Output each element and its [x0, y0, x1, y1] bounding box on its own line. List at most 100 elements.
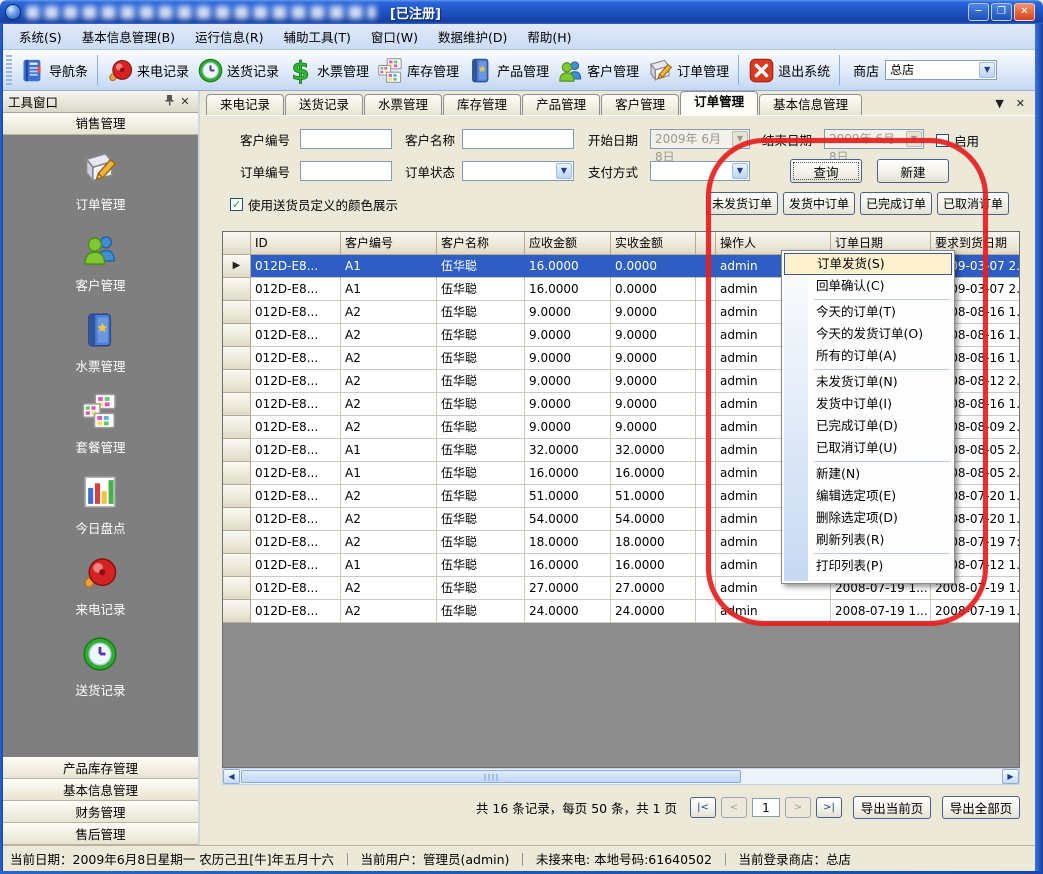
status-button-1[interactable]: 发货中订单 [783, 192, 855, 215]
context-menu-item-4[interactable]: 今天的发货订单(O) [784, 323, 952, 345]
row-selector-cell[interactable] [223, 531, 251, 554]
menu-item-3[interactable]: 辅助工具(T) [274, 23, 361, 50]
chevron-down-icon[interactable]: ▼ [732, 163, 748, 179]
table-row[interactable]: 012D-E8...A2伍华聪24.000024.0000admin2008-0… [223, 600, 1019, 623]
row-selector-cell[interactable] [223, 416, 251, 439]
row-selector-cell[interactable] [223, 393, 251, 416]
close-button[interactable]: ✕ [1014, 3, 1035, 21]
row-selector-cell[interactable] [223, 462, 251, 485]
tab-2[interactable]: 水票管理 [364, 94, 442, 115]
row-selector-cell[interactable] [223, 508, 251, 531]
tab-close-icon[interactable]: ✕ [1016, 97, 1025, 110]
tab-dropdown-icon[interactable]: ▼ [995, 97, 1003, 110]
column-header-4[interactable]: 实收金额 [611, 232, 696, 255]
toolbar-button-product[interactable]: 产品管理 [463, 55, 553, 86]
menu-item-1[interactable]: 基本信息管理(B) [72, 23, 185, 50]
toolbar-button-water-ticket[interactable]: $水票管理 [283, 55, 373, 86]
sidebar-section-3[interactable]: 售后管理 [3, 823, 198, 845]
sidebar-section-2[interactable]: 财务管理 [3, 801, 198, 823]
last-page-button[interactable]: >| [816, 797, 842, 818]
tab-0[interactable]: 来电记录 [206, 94, 284, 115]
context-menu-item-15[interactable]: 刷新列表(R) [784, 529, 952, 551]
tab-1[interactable]: 送货记录 [285, 94, 363, 115]
sidebar-item-package[interactable]: 套餐管理 [75, 392, 125, 456]
context-menu-item-9[interactable]: 已完成订单(D) [784, 415, 952, 437]
sidebar-section-sales[interactable]: 销售管理 [3, 113, 198, 135]
toolbar-button-customer[interactable]: 客户管理 [553, 55, 643, 86]
menu-item-2[interactable]: 运行信息(R) [185, 23, 273, 50]
sidebar-item-customer[interactable]: 客户管理 [75, 230, 125, 294]
row-selector-cell[interactable] [223, 347, 251, 370]
column-header-1[interactable]: 客户编号 [341, 232, 437, 255]
toolbar-button-exit-system[interactable]: 退出系统 [744, 55, 834, 86]
row-selector-cell[interactable] [223, 278, 251, 301]
sidebar-item-today-stock[interactable]: 今日盘点 [75, 473, 125, 537]
row-selector-cell[interactable] [223, 301, 251, 324]
pay-method-combobox[interactable]: ▼ [650, 161, 750, 181]
menu-item-0[interactable]: 系统(S) [9, 23, 72, 50]
toolbar-button-inventory[interactable]: 库存管理 [373, 55, 463, 86]
menu-item-5[interactable]: 数据维护(D) [428, 23, 517, 50]
row-selector-cell[interactable] [223, 600, 251, 623]
sidebar-item-call-records[interactable]: 来电记录 [75, 554, 125, 618]
first-page-button[interactable]: |< [690, 797, 716, 818]
new-button[interactable]: 新建 [877, 159, 949, 183]
shop-combobox[interactable]: 总店 ▼ [885, 60, 997, 80]
page-number-input[interactable]: 1 [752, 798, 780, 817]
row-selector-cell[interactable] [223, 554, 251, 577]
toolbar-button-navbar[interactable]: 导航条 [15, 55, 92, 86]
context-menu-item-1[interactable]: 回单确认(C) [784, 275, 952, 297]
status-button-2[interactable]: 已完成订单 [860, 192, 932, 215]
context-menu-item-12[interactable]: 新建(N) [784, 463, 952, 485]
tab-6[interactable]: 订单管理 [680, 91, 758, 115]
end-date-picker[interactable]: 2009年 6月 8日 ▼ [824, 129, 924, 149]
menu-item-4[interactable]: 窗口(W) [361, 23, 428, 50]
scrollbar-thumb[interactable] [241, 770, 741, 783]
sidebar-item-water-ticket[interactable]: 水票管理 [75, 311, 125, 375]
context-menu-item-10[interactable]: 已取消订单(U) [784, 437, 952, 459]
export-current-page-button[interactable]: 导出当前页 [853, 796, 931, 819]
row-selector-cell[interactable] [223, 370, 251, 393]
context-menu-item-7[interactable]: 未发货订单(N) [784, 371, 952, 393]
scroll-left-arrow[interactable]: ◀ [223, 769, 240, 784]
toolbar-button-call-records[interactable]: 来电记录 [103, 55, 193, 86]
status-button-0[interactable]: 未发货订单 [706, 192, 778, 215]
context-menu-item-13[interactable]: 编辑选定项(E) [784, 485, 952, 507]
sidebar-section-1[interactable]: 基本信息管理 [3, 779, 198, 801]
row-selector-cell[interactable]: ▶ [223, 255, 251, 278]
row-selector-cell[interactable] [223, 439, 251, 462]
customer-no-input[interactable] [300, 129, 392, 149]
row-selector-cell[interactable] [223, 577, 251, 600]
row-selector-cell[interactable] [223, 324, 251, 347]
context-menu-item-8[interactable]: 发货中订单(I) [784, 393, 952, 415]
menu-item-6[interactable]: 帮助(H) [517, 23, 581, 50]
tab-7[interactable]: 基本信息管理 [759, 94, 862, 115]
context-menu-item-0[interactable]: 订单发货(S) [784, 253, 952, 275]
toolbar-button-delivery-records[interactable]: 送货记录 [193, 55, 283, 86]
color-checkbox[interactable]: ✓ [230, 198, 243, 211]
context-menu-item-14[interactable]: 删除选定项(D) [784, 507, 952, 529]
chevron-down-icon[interactable]: ▼ [556, 163, 572, 179]
enable-checkbox[interactable] [936, 134, 949, 147]
tab-4[interactable]: 产品管理 [522, 94, 600, 115]
next-page-button[interactable]: > [785, 797, 811, 818]
column-header-3[interactable]: 应收金额 [525, 232, 611, 255]
sidebar-section-0[interactable]: 产品库存管理 [3, 757, 198, 779]
column-header-0[interactable]: ID [251, 232, 341, 255]
context-menu-item-3[interactable]: 今天的订单(T) [784, 301, 952, 323]
pin-icon[interactable] [161, 94, 177, 110]
order-no-input[interactable] [300, 161, 392, 181]
column-header-5[interactable] [696, 232, 716, 255]
status-button-3[interactable]: 已取消订单 [937, 192, 1009, 215]
scroll-right-arrow[interactable]: ▶ [1002, 769, 1019, 784]
query-button[interactable]: 查询 [790, 159, 862, 183]
minimize-button[interactable]: ─ [968, 3, 989, 21]
row-selector-cell[interactable] [223, 485, 251, 508]
order-status-combobox[interactable]: ▼ [462, 161, 574, 181]
toolbar-button-order[interactable]: 订单管理 [643, 55, 733, 86]
chevron-down-icon[interactable]: ▼ [979, 62, 995, 78]
column-header-2[interactable]: 客户名称 [437, 232, 525, 255]
toolbar-grip[interactable] [6, 55, 12, 85]
customer-name-input[interactable] [462, 129, 574, 149]
restore-button[interactable]: ❐ [991, 3, 1012, 21]
